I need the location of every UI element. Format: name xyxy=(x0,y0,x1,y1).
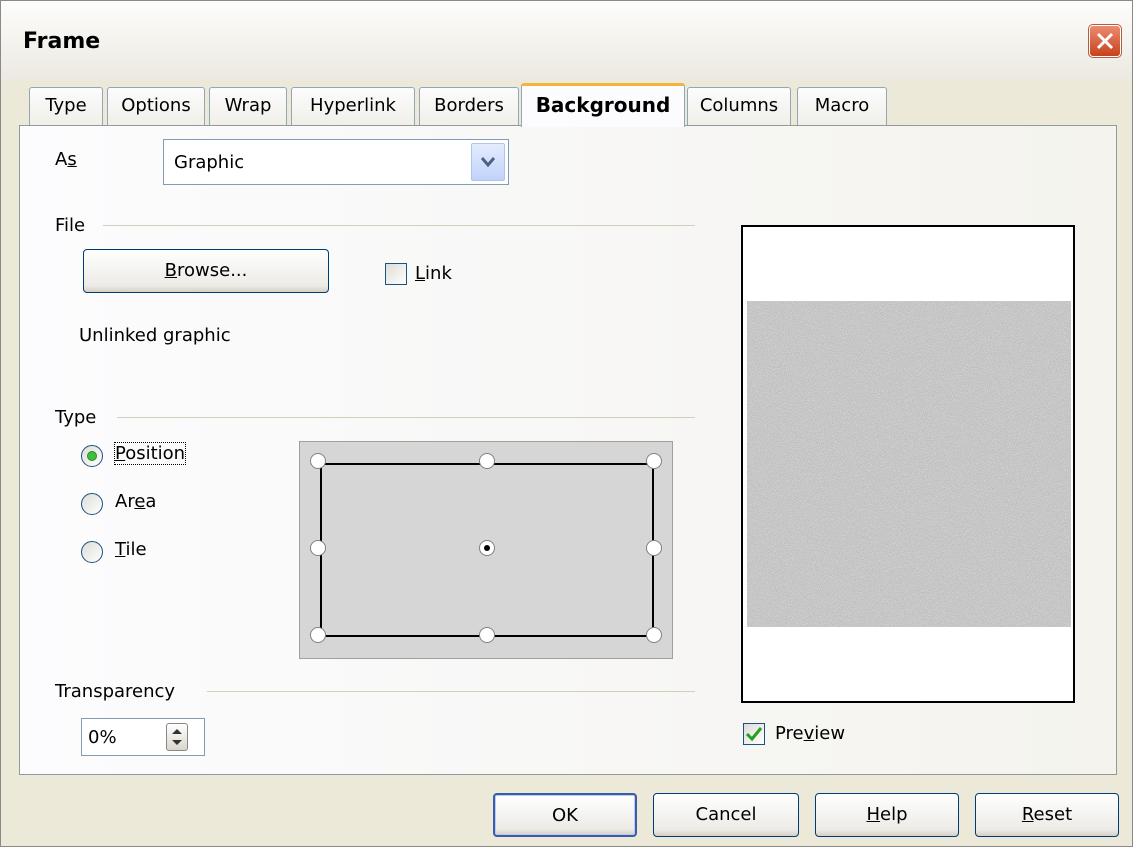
ok-button[interactable]: OK xyxy=(493,793,637,837)
tab-hyperlink[interactable]: Hyperlink xyxy=(291,87,415,125)
tab-label: Macro xyxy=(814,95,870,116)
preview-box xyxy=(741,225,1075,703)
tab-label: Options xyxy=(121,95,191,116)
preview-checkbox[interactable] xyxy=(743,723,765,745)
graphic-status: Unlinked graphic xyxy=(79,325,231,346)
position-radio[interactable] xyxy=(81,445,103,467)
reset-button[interactable]: Reset xyxy=(975,793,1119,837)
file-section-label: File xyxy=(55,215,86,236)
preview-label: Preview xyxy=(775,723,846,744)
transparency-value: 0% xyxy=(88,727,117,748)
transparency-separator xyxy=(207,691,695,692)
position-bottom-left[interactable] xyxy=(310,627,326,643)
tile-label: Tile xyxy=(115,539,147,560)
tab-bar: Type Options Wrap Hyperlink Borders Back… xyxy=(29,83,1109,127)
checkmark-icon xyxy=(745,727,763,742)
tab-label: Wrap xyxy=(224,95,272,116)
tab-options[interactable]: Options xyxy=(107,87,205,125)
spin-buttons[interactable] xyxy=(166,723,188,751)
cancel-button[interactable]: Cancel xyxy=(653,793,799,837)
type-section-label: Type xyxy=(55,407,97,428)
dialog-title: Frame xyxy=(23,29,101,54)
position-top-center[interactable] xyxy=(479,453,495,469)
transparency-section-label: Transparency xyxy=(55,681,176,702)
tab-columns[interactable]: Columns xyxy=(687,87,791,125)
tab-wrap[interactable]: Wrap xyxy=(209,87,287,125)
tab-type[interactable]: Type xyxy=(29,87,103,125)
link-label: Link xyxy=(415,263,452,284)
area-label: Area xyxy=(115,491,157,512)
frame-dialog: Frame Type Options Wrap Hyperlink Border… xyxy=(0,0,1133,847)
position-bottom-center[interactable] xyxy=(479,627,495,643)
as-select[interactable]: Graphic xyxy=(163,139,509,185)
tab-label: Columns xyxy=(699,95,779,116)
as-select-value: Graphic xyxy=(174,152,245,173)
spin-arrows-icon xyxy=(172,729,182,745)
tab-label: Type xyxy=(45,95,87,116)
help-button[interactable]: Help xyxy=(815,793,959,837)
close-icon xyxy=(1096,32,1114,50)
area-radio[interactable] xyxy=(81,493,103,515)
position-label: Position xyxy=(113,442,187,465)
tab-label: Background xyxy=(535,93,671,117)
transparency-spinbox[interactable]: 0% xyxy=(81,718,205,756)
file-separator xyxy=(103,225,695,226)
tab-label: Hyperlink xyxy=(310,95,396,116)
link-checkbox[interactable] xyxy=(385,263,407,285)
chevron-down-icon xyxy=(481,157,495,168)
position-top-right[interactable] xyxy=(646,453,662,469)
dropdown-button[interactable] xyxy=(471,143,505,181)
tab-macro[interactable]: Macro xyxy=(797,87,887,125)
as-label: As xyxy=(55,149,77,170)
tab-label: Borders xyxy=(434,95,504,116)
close-button[interactable] xyxy=(1088,24,1122,58)
tab-background[interactable]: Background xyxy=(521,83,685,127)
position-middle-left[interactable] xyxy=(310,540,326,556)
tab-borders[interactable]: Borders xyxy=(419,87,519,125)
type-separator xyxy=(117,417,695,418)
position-selector[interactable] xyxy=(299,441,673,659)
position-middle-right[interactable] xyxy=(646,540,662,556)
title-bar[interactable]: Frame xyxy=(1,1,1132,81)
tile-radio[interactable] xyxy=(81,541,103,563)
background-graphic-preview xyxy=(747,301,1071,627)
position-top-left[interactable] xyxy=(310,453,326,469)
radio-selected-dot xyxy=(87,451,97,461)
position-center[interactable] xyxy=(479,540,495,556)
browse-button[interactable]: Browse... xyxy=(83,249,329,293)
position-bottom-right[interactable] xyxy=(646,627,662,643)
